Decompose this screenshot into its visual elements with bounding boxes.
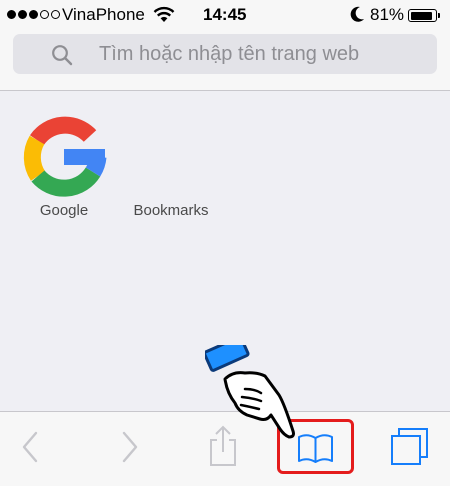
bookmarks-icon — [298, 434, 333, 463]
wifi-icon — [153, 6, 175, 28]
favorite-label-google: Google — [39, 202, 89, 219]
tabs-icon[interactable] — [388, 427, 430, 472]
do-not-disturb-moon-icon — [350, 6, 365, 28]
back-icon[interactable] — [18, 430, 44, 469]
pointing-hand-icon — [203, 335, 300, 445]
battery-icon — [408, 9, 440, 22]
clock: 14:45 — [203, 5, 247, 24]
favorite-google[interactable]: Google — [18, 113, 110, 219]
favorite-bookmarks[interactable]: Bookmarks — [120, 113, 222, 219]
carrier-name: VinaPhone — [62, 5, 145, 24]
search-icon — [51, 44, 73, 71]
search-placeholder: Tìm hoặc nhập tên trang web — [99, 43, 360, 65]
address-bar-area: Tìm hoặc nhập tên trang web — [0, 32, 450, 91]
favorite-label-bookmarks: Bookmarks — [133, 202, 209, 219]
battery-percent: 81% — [370, 5, 405, 24]
search-input[interactable]: Tìm hoặc nhập tên trang web — [13, 34, 437, 74]
google-logo-icon — [18, 113, 110, 201]
signal-strength-icon — [7, 10, 60, 19]
forward-icon[interactable] — [116, 430, 142, 469]
status-bar: VinaPhone 14:45 81% — [0, 0, 450, 32]
